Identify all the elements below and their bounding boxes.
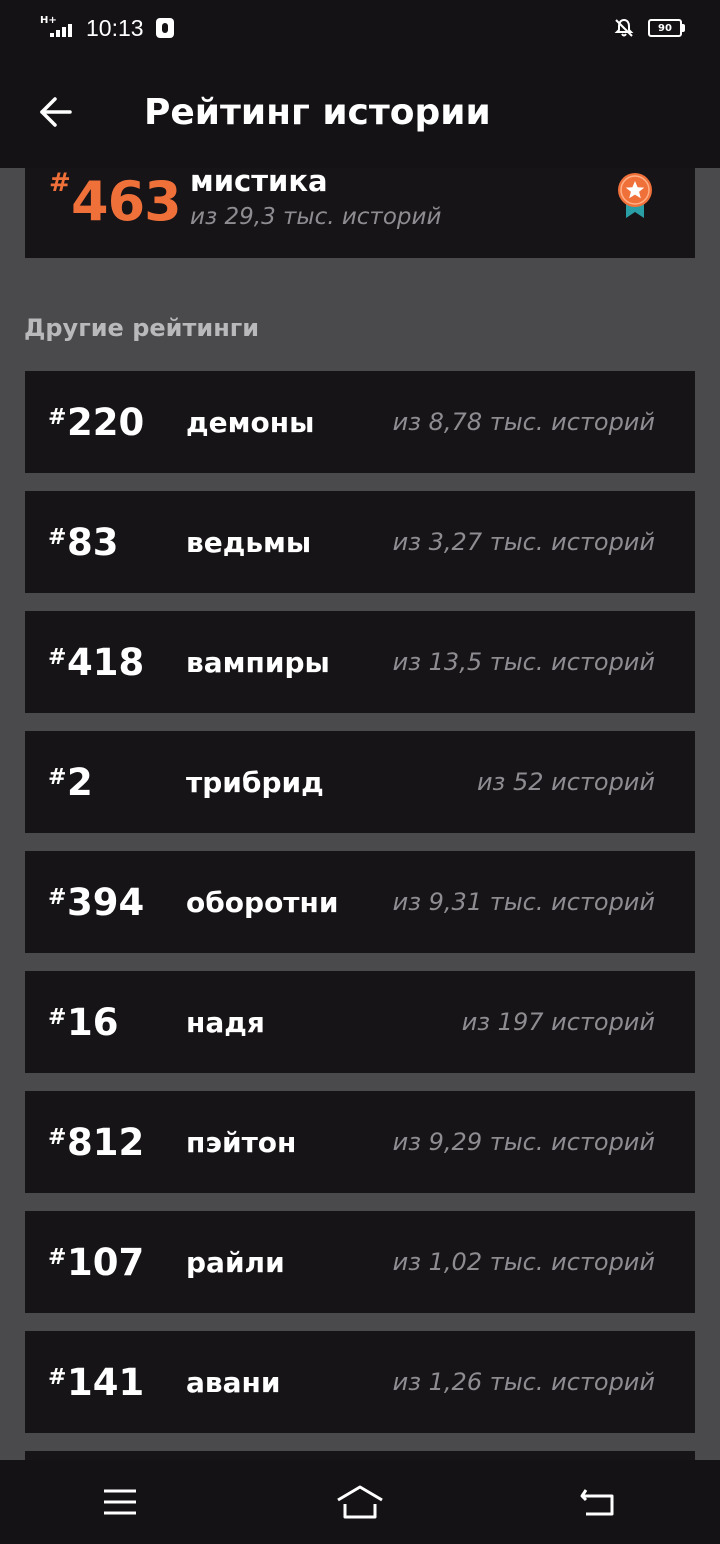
rank-hash: # [48, 1125, 67, 1150]
status-right: 90 [614, 18, 685, 38]
status-left: H+ 10:13 [40, 15, 174, 42]
rank-hash: # [48, 765, 67, 790]
menu-icon [104, 1489, 136, 1515]
rating-row[interactable]: # 220 демоны из 8,78 тыс. историй [25, 371, 695, 473]
category-name: надя [186, 1006, 265, 1039]
category-name: трибрид [186, 766, 324, 799]
status-bar: H+ 10:13 90 [0, 0, 720, 56]
rank-hash: # [48, 1245, 67, 1270]
menu-button[interactable] [80, 1472, 160, 1532]
rating-row[interactable]: # 394 оборотни из 9,31 тыс. историй [25, 851, 695, 953]
total-count: из 52 историй [476, 768, 655, 796]
total-count: из 197 историй [461, 1008, 655, 1036]
total-count: из 13,5 тыс. историй [392, 648, 655, 676]
signal-icon: H+ [40, 15, 74, 39]
rank-number: 141 [67, 1361, 145, 1404]
category-name: ведьмы [186, 526, 312, 559]
rank-number: 812 [67, 1121, 145, 1164]
category-name: оборотни [186, 886, 339, 919]
main-total: из 29,3 тыс. историй [190, 204, 442, 230]
total-count: из 9,31 тыс. историй [392, 888, 655, 916]
screen: H+ 10:13 90 Рейтинг истории # 463 мистик… [0, 0, 720, 1544]
main-rank: 463 [71, 170, 182, 233]
rating-row[interactable]: # 418 вампиры из 13,5 тыс. историй [25, 611, 695, 713]
rank-hash: # [48, 1005, 67, 1030]
microphone-icon [155, 18, 174, 38]
section-title: Другие рейтинги [24, 314, 260, 342]
category-name: райли [186, 1246, 285, 1279]
bell-off-icon [614, 18, 634, 37]
rank-hash: # [48, 885, 67, 910]
rank-hash: # [48, 405, 67, 430]
system-nav-bar [0, 1460, 720, 1544]
rating-row[interactable]: # 812 пэйтон из 9,29 тыс. историй [25, 1091, 695, 1193]
medal-icon [618, 173, 652, 218]
rank-number: 16 [67, 1001, 119, 1044]
category-name: пэйтон [186, 1126, 297, 1159]
app-bar: Рейтинг истории [0, 56, 720, 168]
main-rank-hash: # [49, 168, 71, 198]
home-icon [337, 1485, 383, 1519]
main-rating-card[interactable]: # 463 мистика из 29,3 тыс. историй [25, 164, 695, 258]
rating-row[interactable]: # 141 авани из 1,26 тыс. историй [25, 1331, 695, 1433]
category-name: демоны [186, 406, 315, 439]
category-name: вампиры [186, 646, 330, 679]
battery-level: 90 [658, 22, 672, 34]
rank-number: 83 [67, 521, 119, 564]
total-count: из 8,78 тыс. историй [392, 408, 655, 436]
back-icon [580, 1489, 614, 1516]
main-category: мистика [190, 164, 328, 198]
rank-number: 2 [67, 761, 93, 804]
total-count: из 1,26 тыс. историй [392, 1368, 655, 1396]
rank-number: 107 [67, 1241, 145, 1284]
rating-row[interactable]: # 16 надя из 197 историй [25, 971, 695, 1073]
rating-row[interactable]: # 83 ведьмы из 3,27 тыс. историй [25, 491, 695, 593]
rank-hash: # [48, 1365, 67, 1390]
rank-number: 394 [67, 881, 145, 924]
total-count: из 1,02 тыс. историй [392, 1248, 655, 1276]
total-count: из 3,27 тыс. историй [392, 528, 655, 556]
total-count: из 9,29 тыс. историй [392, 1128, 655, 1156]
page-title: Рейтинг истории [144, 91, 491, 133]
category-name: авани [186, 1366, 281, 1399]
rank-hash: # [48, 645, 67, 670]
battery-icon: 90 [648, 19, 685, 37]
rank-number: 220 [67, 401, 145, 444]
rank-hash: # [48, 525, 67, 550]
back-button[interactable] [26, 82, 86, 142]
system-back-button[interactable] [560, 1472, 640, 1532]
rating-row[interactable]: # 107 райли из 1,02 тыс. историй [25, 1211, 695, 1313]
rank-number: 418 [67, 641, 145, 684]
rating-row[interactable]: # 2 трибрид из 52 историй [25, 731, 695, 833]
arrow-left-icon [40, 97, 72, 127]
home-button[interactable] [320, 1472, 400, 1532]
status-time: 10:13 [86, 14, 144, 41]
